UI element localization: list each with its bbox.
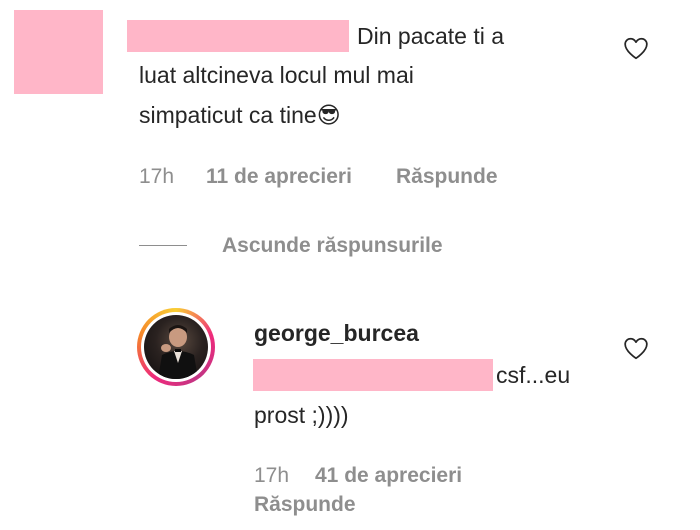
- reply-username-link[interactable]: george_burcea: [254, 320, 419, 347]
- username-redacted: [127, 20, 349, 52]
- avatar-person-icon: [158, 325, 198, 379]
- avatar-border: [141, 312, 211, 382]
- reply-time: 17h: [254, 464, 290, 487]
- hide-replies-button[interactable]: Ascunde răspunsurile: [222, 234, 443, 258]
- like-heart-icon[interactable]: [623, 36, 649, 60]
- comment-text-line3: simpaticut ca tine😎: [139, 96, 341, 135]
- comment-text-line3-words: simpaticut ca tine: [139, 102, 317, 128]
- reply-text-line2: prost ;)))): [254, 402, 349, 428]
- comment-text-line1: Din pacate ti a: [357, 23, 505, 49]
- avatar-redacted: [14, 10, 103, 94]
- sunglasses-emoji-icon: 😎: [316, 103, 341, 129]
- comment-reply-button[interactable]: Răspunde: [396, 165, 498, 189]
- comment-text-line2: luat altcineva locul mul mai: [139, 62, 414, 88]
- reply-text-line1: csf...eu: [496, 362, 571, 388]
- replies-divider-line: [139, 245, 187, 246]
- reply-likes-link[interactable]: 41 de aprecieri: [315, 464, 462, 488]
- comment-likes-link[interactable]: 11 de aprecieri: [206, 165, 352, 189]
- reply-avatar[interactable]: [137, 308, 215, 386]
- reply-reply-button[interactable]: Răspunde: [254, 493, 356, 517]
- comment-time: 17h: [139, 165, 175, 188]
- comment-meta: 17h: [139, 165, 174, 189]
- avatar-photo: [144, 315, 208, 379]
- reply-text-redacted: [253, 359, 493, 391]
- like-heart-icon[interactable]: [623, 336, 649, 360]
